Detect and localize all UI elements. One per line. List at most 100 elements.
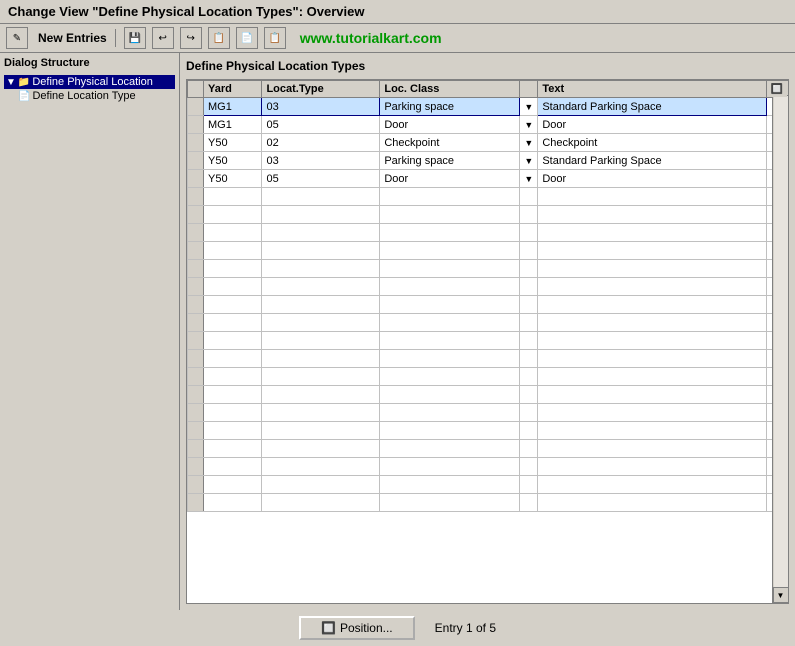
position-label: Position... [340,621,393,635]
cell-yard-4[interactable]: Y50 [204,152,262,170]
cell-locat-type-5[interactable]: 05 [262,170,380,188]
scroll-last-button[interactable]: ▶▶ [772,604,788,605]
cell-dropdown-4[interactable]: ▼ [520,152,538,170]
cell-yard-1[interactable]: MG1 [204,98,262,116]
cell-yard-3[interactable]: Y50 [204,134,262,152]
row-selector-4 [188,152,204,170]
title-bar: Change View "Define Physical Location Ty… [0,0,795,24]
scroll-nav-left[interactable]: ◀◀ ◀ [187,604,219,605]
cell-locat-type-2[interactable]: 05 [262,116,380,134]
scroll-first-button[interactable]: ◀◀ [187,604,203,605]
scroll-left-button[interactable]: ◀ [203,604,219,605]
undo-button[interactable]: ↩ [152,27,174,49]
empty-row [188,440,788,458]
cell-text-3[interactable]: Checkpoint [538,134,766,152]
tree-item-define-physical-location[interactable]: ▼ 📁 Define Physical Location [4,75,175,89]
empty-row [188,494,788,512]
copy-button[interactable]: 📋 [208,27,230,49]
cell-text-5[interactable]: Door [538,170,766,188]
row-selector-2 [188,116,204,134]
main-layout: Dialog Structure ▼ 📁 Define Physical Loc… [0,53,795,610]
cell-dropdown-2[interactable]: ▼ [520,116,538,134]
window-title: Change View "Define Physical Location Ty… [8,4,364,19]
cell-yard-2[interactable]: MG1 [204,116,262,134]
cell-dropdown-1[interactable]: ▼ [520,98,538,116]
tree-item-define-location-type[interactable]: 📄 Define Location Type [16,89,175,103]
empty-row [188,260,788,278]
cell-text-4[interactable]: Standard Parking Space [538,152,766,170]
scroll-track-v[interactable] [774,96,788,587]
new-entries-label: New Entries [38,31,107,45]
cell-text-1[interactable]: Standard Parking Space [538,98,766,116]
toolbar-separator-1 [115,29,116,47]
cell-loc-class-5[interactable]: Door [380,170,520,188]
cell-loc-class-1[interactable]: Parking space [380,98,520,116]
doc-button[interactable]: 📄 [236,27,258,49]
tree-indent: 📄 Define Location Type [16,89,175,103]
cell-locat-type-1[interactable]: 03 [262,98,380,116]
dialog-structure-title: Dialog Structure [4,57,175,69]
col-text: Text [538,81,766,98]
tree-expand-icon: ▼ [6,77,16,88]
empty-row [188,404,788,422]
cell-loc-class-3[interactable]: Checkpoint [380,134,520,152]
new-entries-button[interactable]: ✎ [6,27,28,49]
cell-dropdown-5[interactable]: ▼ [520,170,538,188]
cell-loc-class-4[interactable]: Parking space [380,152,520,170]
col-icon[interactable]: 🔲 [766,81,787,98]
cell-dropdown-3[interactable]: ▼ [520,134,538,152]
vertical-scrollbar[interactable]: ▲ ▼ [772,80,788,603]
col-yard: Yard [204,81,262,98]
cell-locat-type-4[interactable]: 03 [262,152,380,170]
col-dropdown-arrow [520,81,538,98]
right-panel: Define Physical Location Types Yard Loca… [180,53,795,610]
scroll-right-button[interactable]: ▶ [756,604,772,605]
horizontal-scrollbar-container: ◀◀ ◀ ▶ ▶▶ [187,603,788,604]
cell-locat-type-3[interactable]: 02 [262,134,380,152]
scroll-nav-right[interactable]: ▶ ▶▶ [756,604,788,605]
position-button[interactable]: 🔲 Position... [299,616,415,640]
empty-row [188,386,788,404]
empty-row [188,476,788,494]
redo-button[interactable]: ↪ [180,27,202,49]
col-selector [188,81,204,98]
empty-row [188,278,788,296]
empty-row [188,314,788,332]
table-row[interactable]: Y50 05 Door ▼ Door [188,170,788,188]
row-selector-3 [188,134,204,152]
cell-text-2[interactable]: Door [538,116,766,134]
table-row[interactable]: MG1 03 Parking space ▼ Standard Parking … [188,98,788,116]
empty-row [188,296,788,314]
tree-folder-icon: 📁 [18,77,30,88]
bottom-bar: 🔲 Position... Entry 1 of 5 [0,610,795,646]
tree-label-1: Define Physical Location [32,76,152,88]
cell-loc-class-2[interactable]: Door [380,116,520,134]
scroll-down-button[interactable]: ▼ [773,587,789,603]
tree-label-2: Define Location Type [32,90,135,102]
row-selector-5 [188,170,204,188]
data-table: Yard Locat.Type Loc. Class Text 🔲 [187,80,788,512]
table-container: Yard Locat.Type Loc. Class Text 🔲 [186,79,789,604]
watermark: www.tutorialkart.com [300,30,442,46]
empty-row [188,368,788,386]
entry-info: Entry 1 of 5 [435,621,496,635]
empty-row [188,458,788,476]
empty-row [188,242,788,260]
position-icon: 🔲 [321,621,336,635]
extra-button[interactable]: 📋 [264,27,286,49]
table-row[interactable]: MG1 05 Door ▼ Door [188,116,788,134]
table-row[interactable]: Y50 03 Parking space ▼ Standard Parking … [188,152,788,170]
empty-row [188,350,788,368]
col-locat-type: Locat.Type [262,81,380,98]
empty-row [188,224,788,242]
empty-row [188,422,788,440]
table-header-row: Yard Locat.Type Loc. Class Text 🔲 [188,81,788,98]
cell-yard-5[interactable]: Y50 [204,170,262,188]
content-title: Define Physical Location Types [186,59,789,73]
save-button[interactable]: 💾 [124,27,146,49]
table-row[interactable]: Y50 02 Checkpoint ▼ Checkpoint [188,134,788,152]
empty-row [188,188,788,206]
tree-doc-icon: 📄 [18,91,30,102]
row-selector-1 [188,98,204,116]
toolbar: ✎ New Entries 💾 ↩ ↪ 📋 📄 📋 www.tutorialka… [0,24,795,53]
